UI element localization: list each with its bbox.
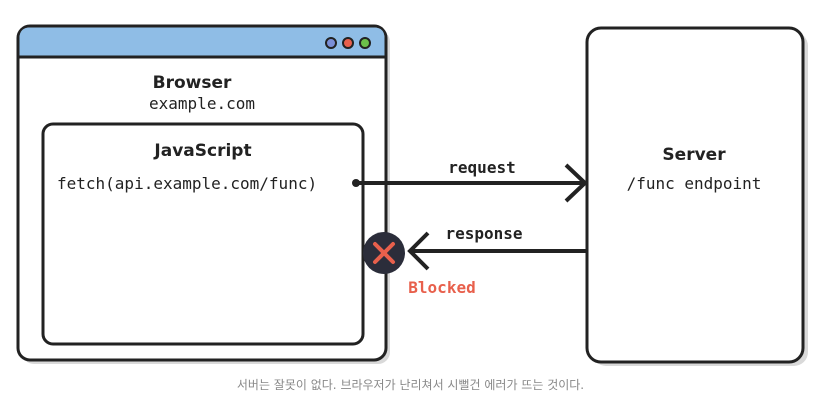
window-dot-icon[interactable]	[342, 37, 354, 49]
request-label: request	[448, 158, 515, 177]
server-endpoint: /func endpoint	[627, 174, 762, 193]
response-arrow: response	[407, 224, 587, 271]
javascript-title: JavaScript	[153, 141, 251, 161]
window-dot-icon[interactable]	[359, 37, 371, 49]
server-box: Server /func endpoint	[585, 26, 808, 366]
browser-origin: example.com	[149, 94, 255, 113]
response-label: response	[445, 224, 522, 243]
close-icon	[363, 232, 405, 274]
fetch-call: fetch(api.example.com/func)	[57, 174, 317, 193]
window-dot-icon[interactable]	[325, 37, 337, 49]
javascript-box: JavaScript fetch(api.example.com/func)	[41, 122, 365, 346]
caption: 서버는 잘못이 없다. 브라우저가 난리쳐서 시뻘건 에러가 뜨는 것이다.	[236, 378, 585, 392]
blocked-label: Blocked	[408, 278, 475, 297]
browser-title: Browser	[153, 73, 232, 93]
server-title: Server	[662, 145, 726, 165]
